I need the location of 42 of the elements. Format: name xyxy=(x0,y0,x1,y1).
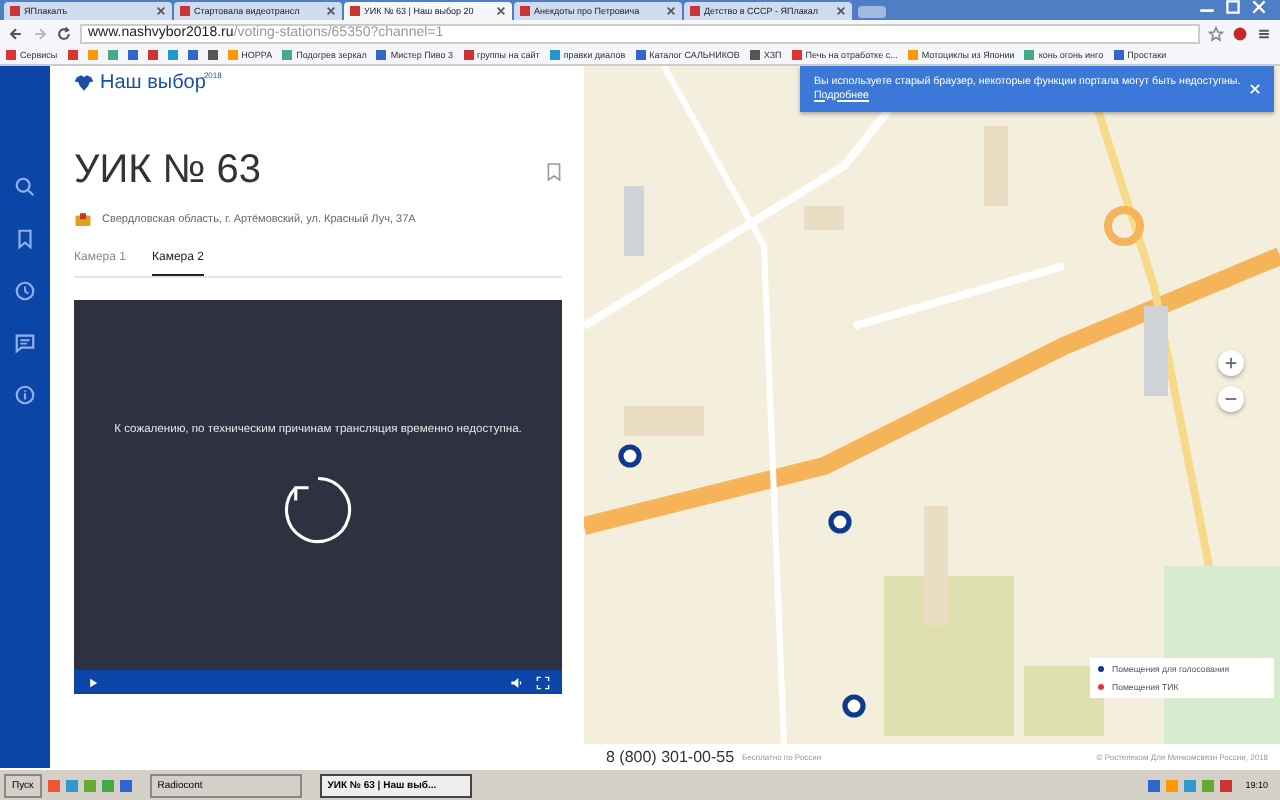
favicon-icon xyxy=(10,6,20,16)
map-pin-icon[interactable] xyxy=(618,444,642,468)
building xyxy=(1144,306,1168,396)
close-icon[interactable] xyxy=(156,6,166,16)
building xyxy=(804,206,844,230)
chat-icon[interactable] xyxy=(14,332,36,354)
close-icon[interactable] xyxy=(326,6,336,16)
favicon-icon xyxy=(520,6,530,16)
favicon-icon xyxy=(180,6,190,16)
maximize-icon[interactable] xyxy=(1224,0,1242,14)
bookmark-icon[interactable] xyxy=(14,228,36,250)
star-icon[interactable] xyxy=(1208,25,1224,41)
close-icon[interactable] xyxy=(496,6,506,16)
phone-number: 8 (800) 301-00-55 xyxy=(606,747,735,765)
map-pin-icon[interactable] xyxy=(828,510,852,534)
fullscreen-icon[interactable] xyxy=(536,675,550,689)
station-title: УИК № 63 xyxy=(74,148,262,194)
roundabout xyxy=(1104,206,1144,246)
map-pin-icon[interactable] xyxy=(842,694,866,718)
building xyxy=(624,186,644,256)
building xyxy=(624,406,704,436)
close-icon[interactable] xyxy=(666,6,676,16)
minus-icon xyxy=(1224,392,1238,406)
menu-icon[interactable] xyxy=(1256,25,1272,41)
emblem-icon xyxy=(74,212,92,228)
volume-icon[interactable] xyxy=(510,675,524,689)
close-icon[interactable] xyxy=(836,6,846,16)
extension-icon[interactable] xyxy=(1232,25,1248,41)
back-icon[interactable] xyxy=(8,25,24,41)
plus-icon xyxy=(1224,356,1238,370)
favicon-icon xyxy=(690,6,700,16)
logo-text: Наш выбор xyxy=(100,72,206,94)
favicon-icon xyxy=(350,6,360,16)
search-icon[interactable] xyxy=(14,176,36,198)
bookmark-icon[interactable] xyxy=(546,161,562,181)
park xyxy=(1024,666,1104,736)
info-icon[interactable] xyxy=(14,384,36,406)
play-icon[interactable] xyxy=(86,675,100,689)
history-icon[interactable] xyxy=(14,280,36,302)
reload-icon[interactable] xyxy=(56,25,72,41)
building xyxy=(984,126,1008,206)
building xyxy=(924,506,948,626)
